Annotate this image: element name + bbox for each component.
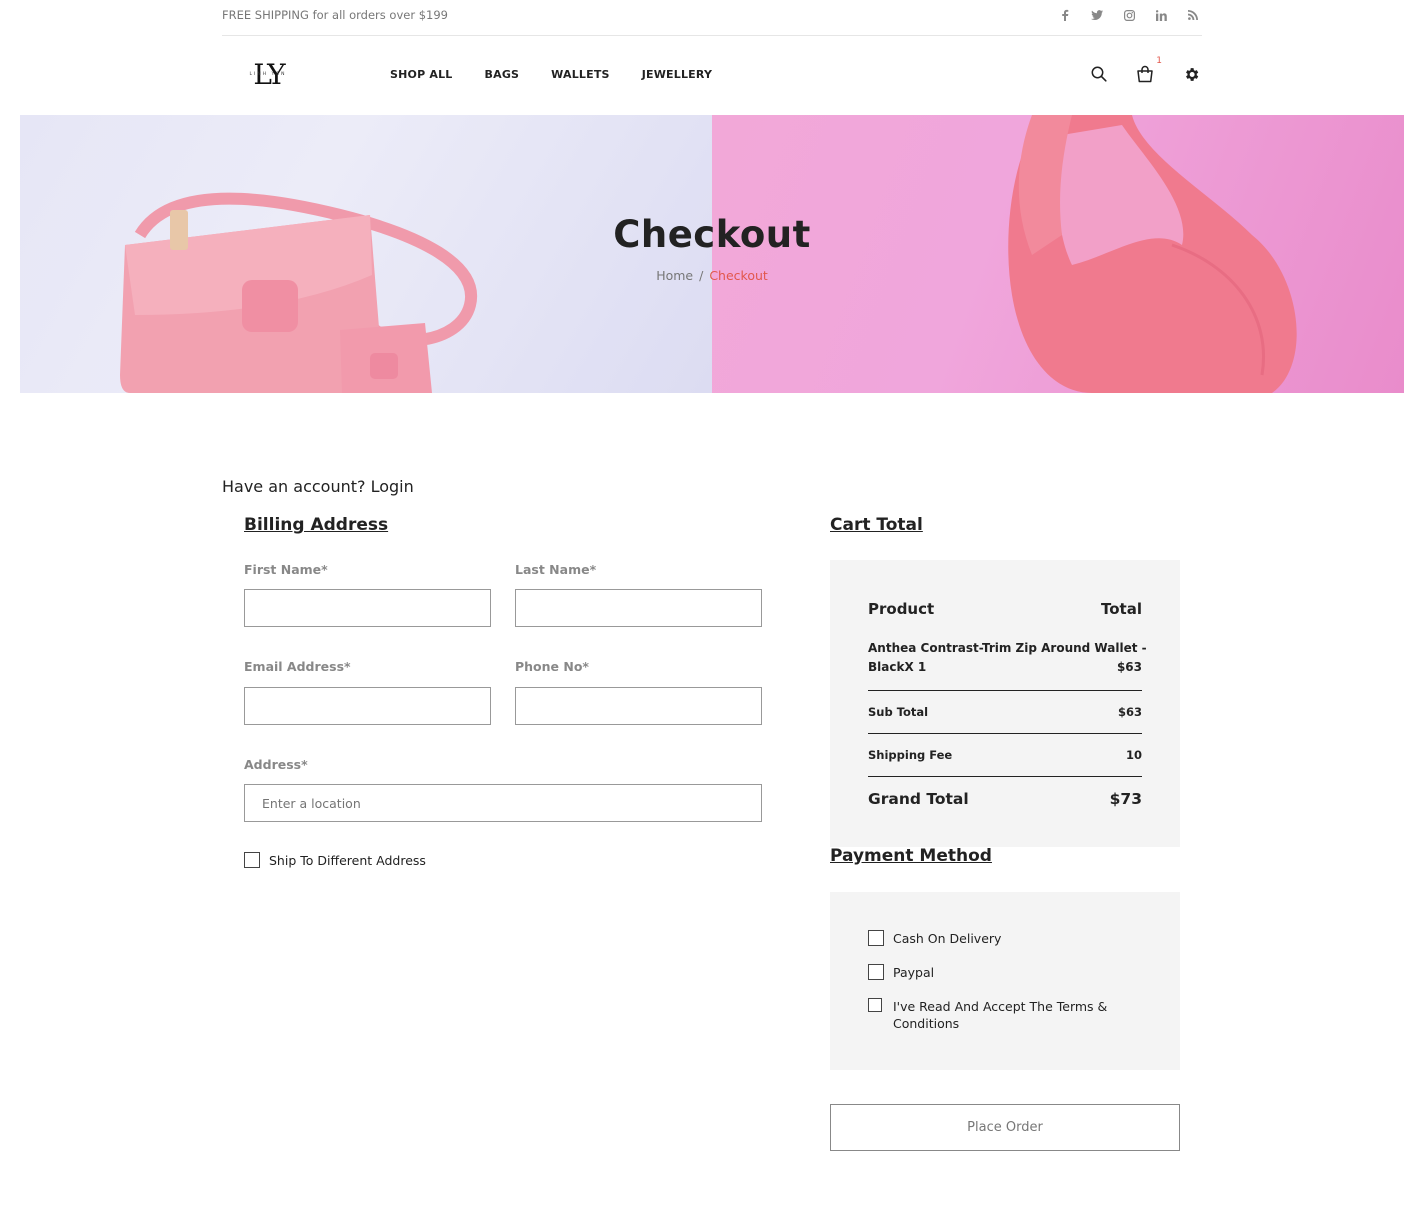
instagram-icon[interactable] <box>1120 6 1138 24</box>
divider <box>868 690 1142 691</box>
last-name-input[interactable] <box>515 589 762 627</box>
main-nav: SHOP ALL BAGS WALLETS JEWELLERY <box>390 68 712 81</box>
breadcrumb: Home / Checkout <box>20 268 1404 283</box>
place-order-button[interactable]: Place Order <box>830 1104 1180 1151</box>
divider <box>868 733 1142 734</box>
linkedin-icon[interactable] <box>1152 6 1170 24</box>
gear-icon[interactable] <box>1180 62 1202 86</box>
page-hero-banner: Checkout Home / Checkout <box>20 115 1404 393</box>
top-bar: FREE SHIPPING for all orders over $199 <box>222 0 1202 36</box>
subtotal-label: Sub Total <box>868 705 929 719</box>
shipping-fee-value: 10 <box>1125 748 1142 762</box>
ship-different-label: Ship To Different Address <box>269 853 426 868</box>
last-name-label: Last Name* <box>515 562 597 577</box>
terms-checkbox[interactable] <box>868 998 882 1012</box>
nav-jewellery[interactable]: JEWELLERY <box>642 68 712 81</box>
cart-item-name-line2: BlackX 1 <box>868 660 927 674</box>
product-column-header: Product <box>868 600 935 618</box>
search-icon[interactable] <box>1088 62 1110 86</box>
nav-shop-all[interactable]: SHOP ALL <box>390 68 453 81</box>
paypal-checkbox[interactable] <box>868 964 884 980</box>
account-login-prompt[interactable]: Have an account? Login <box>222 477 414 496</box>
cart-total-heading: Cart Total <box>830 515 923 535</box>
payment-method-heading: Payment Method <box>830 846 992 866</box>
site-header: LY LINH YEN SHOP ALL BAGS WALLETS JEWELL… <box>222 36 1202 115</box>
shipping-fee-label: Shipping Fee <box>868 748 953 762</box>
subtotal-value: $63 <box>1117 705 1142 719</box>
phone-input[interactable] <box>515 687 762 725</box>
first-name-label: First Name* <box>244 562 328 577</box>
breadcrumb-current: Checkout <box>709 268 768 283</box>
nav-wallets[interactable]: WALLETS <box>551 68 610 81</box>
cart-item-price: $63 <box>1116 660 1142 674</box>
grand-total-label: Grand Total <box>868 790 969 808</box>
email-label: Email Address* <box>244 659 351 674</box>
facebook-icon[interactable] <box>1056 6 1074 24</box>
terms-label-line1: I've Read And Accept The Terms & <box>893 999 1108 1014</box>
header-actions: 1 <box>1088 56 1202 86</box>
ship-different-checkbox[interactable] <box>244 852 260 868</box>
divider <box>868 776 1142 777</box>
terms-label-line2: Conditions <box>893 1016 960 1031</box>
grand-total-value: $73 <box>1109 790 1142 808</box>
billing-address-heading: Billing Address <box>244 515 389 535</box>
social-links <box>1056 6 1202 24</box>
cart-icon[interactable]: 1 <box>1134 56 1162 86</box>
cash-on-delivery-checkbox[interactable] <box>868 930 884 946</box>
payment-method-panel: Cash On Delivery Paypal I've Read And Ac… <box>830 892 1180 1070</box>
email-input[interactable] <box>244 687 491 725</box>
breadcrumb-home[interactable]: Home <box>656 268 693 283</box>
cash-on-delivery-label: Cash On Delivery <box>893 931 1002 946</box>
twitter-icon[interactable] <box>1088 6 1106 24</box>
cart-item-name-line1: Anthea Contrast-Trim Zip Around Wallet - <box>868 641 1147 655</box>
first-name-input[interactable] <box>244 589 491 627</box>
paypal-label: Paypal <box>893 965 935 980</box>
address-label: Address* <box>244 757 308 772</box>
site-logo[interactable]: LY LINH YEN <box>240 58 296 92</box>
page-title: Checkout <box>613 213 811 256</box>
address-input[interactable] <box>244 784 762 822</box>
cart-total-panel: Product Total Anthea Contrast-Trim Zip A… <box>830 560 1180 847</box>
phone-label: Phone No* <box>515 659 589 674</box>
free-shipping-text: FREE SHIPPING for all orders over $199 <box>222 8 449 22</box>
breadcrumb-separator: / <box>699 268 704 283</box>
nav-bags[interactable]: BAGS <box>485 68 520 81</box>
total-column-header: Total <box>1101 600 1142 618</box>
logo-text: LINH YEN <box>249 72 287 77</box>
cart-count-badge: 1 <box>1156 56 1162 66</box>
rss-icon[interactable] <box>1184 6 1202 24</box>
